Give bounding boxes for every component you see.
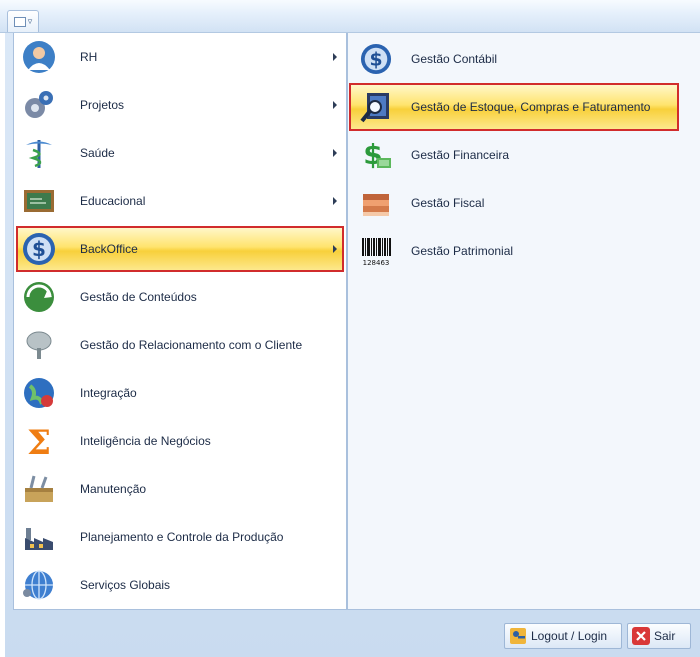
submenu-arrow-icon xyxy=(333,53,337,61)
svg-text:$: $ xyxy=(369,50,382,71)
submenu-item-gestao-patrimonial[interactable]: 128463 Gestão Patrimonial xyxy=(351,229,677,273)
menu-item-planejamento-producao[interactable]: Planejamento e Controle da Produção xyxy=(18,516,342,558)
submodule-list: $ Gestão Contábil Gestão de Estoque, Com… xyxy=(347,33,700,610)
money-icon: $ xyxy=(357,136,395,174)
menu-item-gestao-relacionamento[interactable]: Gestão do Relacionamento com o Cliente xyxy=(18,324,342,366)
gears-icon xyxy=(20,86,58,124)
tree-icon xyxy=(20,326,58,364)
menu-item-projetos[interactable]: Projetos xyxy=(18,84,342,126)
menu-item-label: Manutenção xyxy=(80,482,147,496)
menu-item-saude[interactable]: Saúde xyxy=(18,132,342,174)
stack-icon xyxy=(357,184,395,222)
module-list: RH Projetos Saúde Educacional $ BackOffi… xyxy=(13,33,347,610)
menu-item-inteligencia-negocios[interactable]: Σ Inteligência de Negócios xyxy=(18,420,342,462)
menu-item-label: BackOffice xyxy=(80,242,138,256)
menu-item-label: Inteligência de Negócios xyxy=(80,434,211,448)
toolbox-icon xyxy=(20,470,58,508)
menu-item-integracao[interactable]: Integração xyxy=(18,372,342,414)
menu-item-rh[interactable]: RH xyxy=(18,36,342,78)
menu-item-label: Projetos xyxy=(80,98,125,112)
chalkboard-icon xyxy=(20,182,58,220)
menu-header: ▿ xyxy=(0,0,700,33)
logout-login-label: Logout / Login xyxy=(531,629,608,643)
submenu-item-gestao-estoque[interactable]: Gestão de Estoque, Compras e Faturamento xyxy=(349,83,679,131)
menu-item-label: Gestão do Relacionamento com o Cliente xyxy=(80,338,303,352)
user-key-icon xyxy=(509,627,527,645)
close-icon xyxy=(632,627,650,645)
submenu-item-label: Gestão Financeira xyxy=(411,148,510,162)
menu-item-label: Planejamento e Controle da Produção xyxy=(80,530,284,544)
submenu-item-gestao-fiscal[interactable]: Gestão Fiscal xyxy=(351,181,677,225)
people-icon xyxy=(20,38,58,76)
submenu-item-gestao-contabil[interactable]: $ Gestão Contábil xyxy=(351,37,677,81)
menu-item-label: Serviços Globais xyxy=(80,578,171,592)
submenu-arrow-icon xyxy=(333,197,337,205)
menu-item-educacional[interactable]: Educacional xyxy=(18,180,342,222)
barcode-number: 128463 xyxy=(363,259,390,267)
menu-item-label: RH xyxy=(80,50,98,64)
dollar-icon: $ xyxy=(357,40,395,78)
globe-icon xyxy=(20,374,58,412)
menu-item-label: Gestão de Conteúdos xyxy=(80,290,197,304)
menu-item-manutencao[interactable]: Manutenção xyxy=(18,468,342,510)
logout-login-button[interactable]: Logout / Login xyxy=(504,623,622,649)
menu-item-label: Integração xyxy=(80,386,137,400)
submenu-item-label: Gestão Fiscal xyxy=(411,196,485,210)
submenu-item-label: Gestão de Estoque, Compras e Faturamento xyxy=(411,100,651,114)
submenu-arrow-icon xyxy=(333,101,337,109)
menu-item-label: Educacional xyxy=(80,194,146,208)
globe-arrow-icon xyxy=(20,278,58,316)
menu-item-servicos-globais[interactable]: Serviços Globais xyxy=(18,564,342,606)
globe-network-icon xyxy=(20,566,58,604)
factory-icon xyxy=(20,518,58,556)
barcode-icon: 128463 xyxy=(357,232,395,270)
sigma-icon: Σ xyxy=(20,422,58,460)
window-icon xyxy=(13,16,26,27)
menu-item-gestao-conteudos[interactable]: Gestão de Conteúdos xyxy=(18,276,342,318)
submenu-item-label: Gestão Contábil xyxy=(411,52,498,66)
caduceus-icon xyxy=(20,134,58,172)
submenu-arrow-icon xyxy=(333,149,337,157)
submenu-arrow-icon xyxy=(333,245,337,253)
submenu-item-label: Gestão Patrimonial xyxy=(411,244,514,258)
menu-item-backoffice[interactable]: $ BackOffice xyxy=(16,226,344,272)
magnifier-icon xyxy=(357,88,395,126)
svg-text:$: $ xyxy=(32,237,46,261)
svg-text:Σ: Σ xyxy=(27,424,51,458)
exit-label: Sair xyxy=(654,629,676,643)
menu-toggle-button[interactable]: ▿ xyxy=(7,10,39,32)
menu-item-label: Saúde xyxy=(80,146,115,160)
exit-button[interactable]: Sair xyxy=(627,623,691,649)
chevron-down-icon: ▿ xyxy=(27,16,33,26)
start-menu: RH Projetos Saúde Educacional $ BackOffi… xyxy=(5,33,700,657)
submenu-item-gestao-financeira[interactable]: $ Gestão Financeira xyxy=(351,133,677,177)
dollar-icon: $ xyxy=(20,230,58,268)
